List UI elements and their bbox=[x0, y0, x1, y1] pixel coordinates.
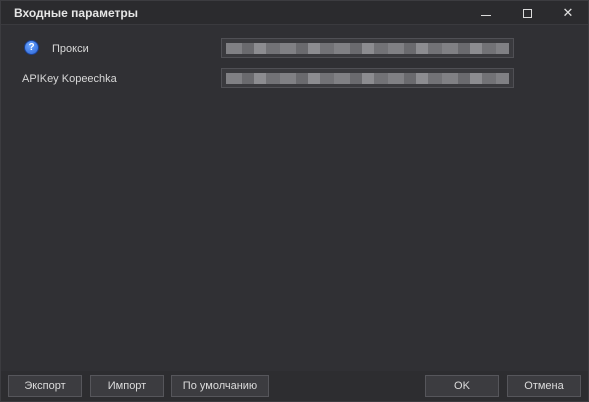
param-label-apikey: APIKey Kopeechka bbox=[22, 73, 117, 85]
window-title: Входные параметры bbox=[14, 6, 138, 20]
apikey-input[interactable] bbox=[221, 68, 514, 88]
param-label-proxy: Прокси bbox=[52, 43, 89, 55]
minimize-icon bbox=[481, 14, 491, 16]
param-row-apikey: APIKey Kopeechka bbox=[1, 68, 588, 90]
param-row-proxy: ? Прокси bbox=[1, 38, 588, 60]
masked-value bbox=[226, 73, 509, 84]
masked-value bbox=[226, 43, 509, 54]
default-button[interactable]: По умолчанию bbox=[171, 375, 269, 397]
maximize-icon bbox=[522, 8, 532, 18]
parameters-window: Входные параметры ✕ ? Прокси APIKey Kope… bbox=[0, 0, 589, 402]
import-button[interactable]: Импорт bbox=[90, 375, 164, 397]
parameters-panel: ? Прокси APIKey Kopeechka bbox=[1, 26, 588, 371]
cancel-button[interactable]: Отмена bbox=[507, 375, 581, 397]
help-icon-glyph: ? bbox=[28, 42, 35, 53]
export-button[interactable]: Экспорт bbox=[8, 375, 82, 397]
button-bar: Экспорт Импорт По умолчанию OK Отмена bbox=[1, 371, 588, 401]
ok-button[interactable]: OK bbox=[425, 375, 499, 397]
title-bar[interactable]: Входные параметры ✕ bbox=[1, 1, 588, 25]
close-icon: ✕ bbox=[562, 5, 574, 20]
proxy-input[interactable] bbox=[221, 38, 514, 58]
close-button[interactable]: ✕ bbox=[550, 1, 586, 25]
maximize-button[interactable] bbox=[509, 1, 545, 25]
help-icon[interactable]: ? bbox=[24, 40, 39, 55]
minimize-button[interactable] bbox=[468, 1, 504, 25]
